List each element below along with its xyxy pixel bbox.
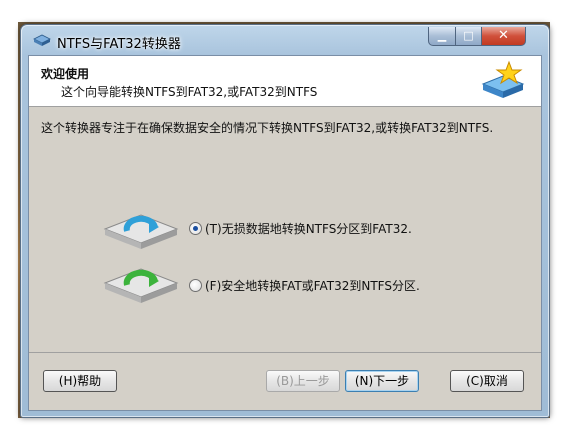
option-fat32-to-ntfs-label[interactable]: (F)安全地转换FAT或FAT32到NTFS分区.: [205, 277, 420, 294]
ntfs-to-fat32-disk-icon: [103, 214, 179, 249]
help-button[interactable]: (H)帮助: [43, 370, 117, 392]
window-title: NTFS与FAT32转换器: [57, 37, 181, 52]
wizard-footer: (H)帮助 (B)上一步 (N)下一步 (C)取消: [29, 353, 541, 410]
cancel-button[interactable]: (C)取消: [450, 370, 524, 392]
wizard-header: 欢迎使用 这个向导能转换NTFS到FAT32,或FAT32到NTFS: [29, 56, 541, 107]
converter-window: NTFS与FAT32转换器 ▁ □ ✕ 欢迎使用 这个向导能转换NTFS到FAT…: [20, 24, 550, 418]
intro-text: 这个转换器专注于在确保数据安全的情况下转换NTFS到FAT32,或转换FAT32…: [41, 121, 494, 135]
option-ntfs-to-fat32-radio[interactable]: [189, 222, 202, 235]
dialog-client-area: 欢迎使用 这个向导能转换NTFS到FAT32,或FAT32到NTFS 这个转换器…: [28, 55, 542, 411]
option-fat32-to-ntfs-radio[interactable]: [189, 279, 202, 292]
title-bar[interactable]: NTFS与FAT32转换器 ▁ □ ✕: [21, 25, 549, 55]
next-button[interactable]: (N)下一步: [345, 370, 419, 392]
header-subtitle: 这个向导能转换NTFS到FAT32,或FAT32到NTFS: [61, 85, 318, 99]
close-button[interactable]: ✕: [481, 27, 526, 46]
minimize-button[interactable]: ▁: [428, 27, 456, 46]
wizard-body: 这个转换器专注于在确保数据安全的情况下转换NTFS到FAT32,或转换FAT32…: [29, 107, 541, 353]
app-icon: [33, 34, 51, 46]
maximize-button[interactable]: □: [455, 27, 482, 46]
header-title: 欢迎使用: [41, 67, 90, 81]
option-ntfs-to-fat32-label[interactable]: (T)无损数据地转换NTFS分区到FAT32.: [205, 220, 412, 237]
disk-star-icon: [481, 60, 525, 98]
back-button[interactable]: (B)上一步: [266, 370, 340, 392]
fat32-to-ntfs-disk-icon: [103, 268, 179, 303]
